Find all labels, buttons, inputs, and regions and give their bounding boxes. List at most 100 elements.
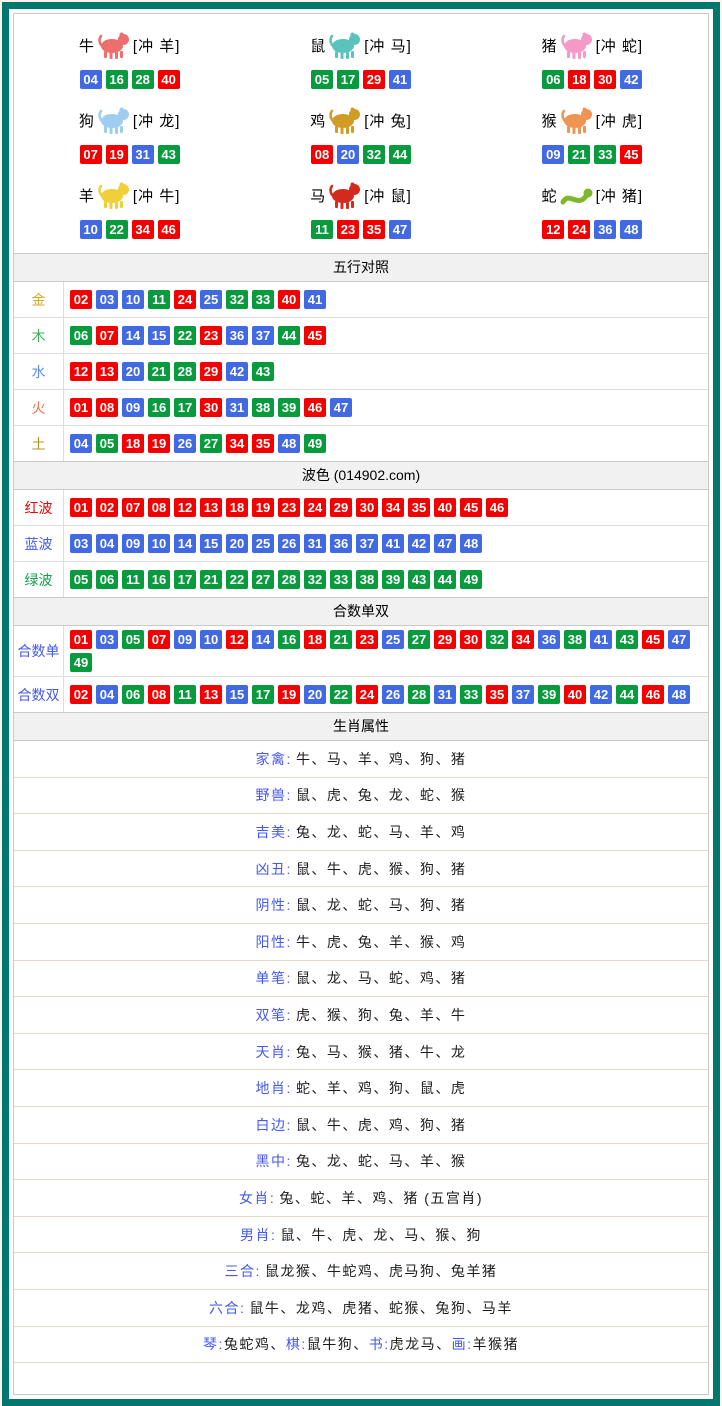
number-ball: 34 (382, 498, 404, 517)
section-header-wuxing: 五行对照 (14, 253, 708, 282)
zodiac-cell: 狗[冲 龙]07193143 (14, 95, 245, 170)
zodiac-title: 牛 [冲 羊] (14, 25, 245, 65)
zodiac-cell: 猴[冲 虎] 09213345 (477, 95, 708, 170)
number-ball: 04 (96, 685, 118, 704)
number-ball: 34 (226, 434, 248, 453)
number-ball: 30 (460, 630, 482, 649)
pair-separator: 、 (436, 1334, 452, 1354)
attribute-label: 野兽: (256, 785, 292, 805)
number-ball: 38 (252, 398, 274, 417)
zodiac-cell: 马[冲 鼠]11233547 (245, 170, 476, 245)
number-ball: 12 (226, 630, 248, 649)
number-ball: 14 (174, 534, 196, 553)
number-ball: 17 (174, 398, 196, 417)
zodiac-animal-label: 牛 (79, 35, 95, 56)
number-ball: 39 (278, 398, 300, 417)
attribute-pair: 画:羊猴猪 (452, 1334, 519, 1354)
number-ball: 34 (132, 220, 154, 239)
number-ball: 18 (122, 434, 144, 453)
number-row: 火0108091617303138394647 (14, 390, 708, 426)
zodiac-cell: 鼠[冲 马]05172941 (245, 20, 476, 95)
number-ball: 36 (330, 534, 352, 553)
reference-sheet: 牛[冲 羊]04162840鼠[冲 马]05172941猪[冲 蛇]061830… (13, 13, 709, 1395)
zodiac-numbers: 07193143 (14, 145, 245, 164)
number-ball: 05 (96, 434, 118, 453)
number-ball: 45 (642, 630, 664, 649)
number-ball: 08 (96, 398, 118, 417)
zodiac-title: 鼠[冲 马] (245, 25, 476, 65)
row-label: 红波 (14, 490, 64, 525)
number-row: 合数双0204060811131517192022242628313335373… (14, 677, 708, 712)
zodiac-title: 马[冲 鼠] (245, 175, 476, 215)
number-ball: 43 (616, 630, 638, 649)
row-balls: 0204060811131517192022242628313335373940… (64, 677, 708, 712)
row-balls: 0103050709101214161821232527293032343638… (64, 626, 708, 676)
zodiac-title: 猴[冲 虎] (477, 100, 708, 140)
zodiac-clash-label: [冲 猪] (596, 185, 644, 206)
number-ball: 41 (304, 290, 326, 309)
attribute-value: 兔、龙、蛇、马、羊、猴 (296, 1151, 467, 1171)
number-ball: 16 (106, 70, 128, 89)
number-ball: 10 (80, 220, 102, 239)
attribute-value: 鼠、龙、蛇、马、狗、猪 (296, 895, 467, 915)
attribute-value: 鼠、牛、虎、龙、马、猴、狗 (280, 1225, 482, 1245)
number-ball: 05 (311, 70, 333, 89)
attribute-row: 阴性:鼠、龙、蛇、马、狗、猪 (14, 887, 708, 924)
zodiac-numbers: 12243648 (477, 220, 708, 239)
row-label: 合数双 (14, 677, 64, 712)
number-ball: 27 (200, 434, 222, 453)
number-ball: 07 (96, 326, 118, 345)
zodiac-numbers: 08203244 (245, 145, 476, 164)
number-ball: 30 (594, 70, 616, 89)
number-ball: 45 (620, 145, 642, 164)
zodiac-animal-label: 羊 (79, 185, 95, 206)
row-label: 水 (14, 354, 64, 389)
number-ball: 15 (148, 326, 170, 345)
number-ball: 47 (389, 220, 411, 239)
snake-icon (560, 181, 594, 209)
number-row: 合数单0103050709101214161821232527293032343… (14, 626, 708, 677)
number-ball: 42 (620, 70, 642, 89)
attribute-value: 兔、蛇、羊、鸡、猪 (五宫肖) (279, 1188, 483, 1208)
section-header-shengxiao: 生肖属性 (14, 712, 708, 741)
number-ball: 12 (174, 498, 196, 517)
number-ball: 19 (252, 498, 274, 517)
attribute-label: 六合: (209, 1298, 245, 1318)
number-ball: 48 (460, 534, 482, 553)
number-ball: 35 (363, 220, 385, 239)
zodiac-numbers: 09213345 (477, 145, 708, 164)
number-ball: 42 (226, 362, 248, 381)
attribute-label: 单笔: (256, 968, 292, 988)
zodiac-animal-label: 猪 (542, 35, 558, 56)
zodiac-clash-label: [冲 马] (364, 35, 412, 56)
number-ball: 03 (70, 534, 92, 553)
zodiac-clash-label: [冲 羊] (133, 35, 181, 56)
number-ball: 04 (96, 534, 118, 553)
number-ball: 13 (200, 685, 222, 704)
number-ball: 23 (278, 498, 300, 517)
number-ball: 18 (568, 70, 590, 89)
wuxing-rows: 金02031011242532334041木060714152223363744… (14, 282, 708, 461)
attribute-pair: 书:虎龙马 (369, 1334, 436, 1354)
zodiac-clash-label: [冲 龙] (133, 110, 181, 131)
attribute-row: 黑中:兔、龙、蛇、马、羊、猴 (14, 1144, 708, 1181)
number-ball: 48 (278, 434, 300, 453)
number-ball: 37 (356, 534, 378, 553)
row-label: 合数单 (14, 626, 64, 676)
number-ball: 27 (252, 570, 274, 589)
number-ball: 19 (148, 434, 170, 453)
number-ball: 49 (70, 653, 92, 672)
number-ball: 11 (174, 685, 196, 704)
attribute-row: 阳性:牛、虎、兔、羊、猴、鸡 (14, 924, 708, 961)
number-ball: 32 (363, 145, 385, 164)
number-ball: 36 (594, 220, 616, 239)
attribute-label: 凶丑: (256, 859, 292, 879)
number-ball: 29 (330, 498, 352, 517)
number-ball: 22 (330, 685, 352, 704)
number-ball: 42 (590, 685, 612, 704)
number-row: 红波0102070812131819232429303435404546 (14, 490, 708, 526)
attribute-value: 鼠牛狗 (307, 1334, 354, 1354)
zodiac-clash-label: [冲 鼠] (364, 185, 412, 206)
number-ball: 12 (542, 220, 564, 239)
number-ball: 02 (70, 685, 92, 704)
